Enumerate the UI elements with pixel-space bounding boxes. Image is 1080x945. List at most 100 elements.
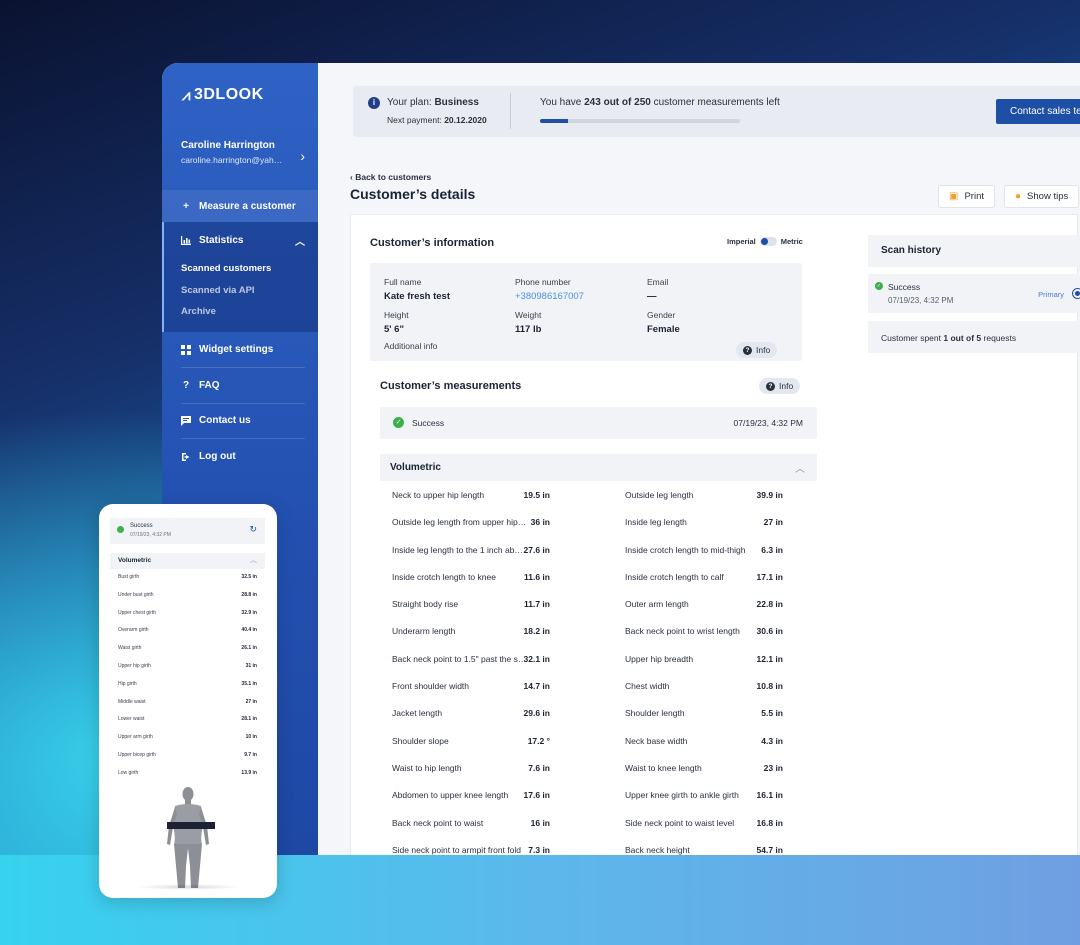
measurement-name: Back neck point to 1.5" past the shoulde…	[392, 653, 527, 664]
measurement-value: 30.6 in	[756, 626, 783, 637]
scan-history-header: Scan history	[868, 235, 1080, 267]
measurements-used: 243 out of 250	[584, 97, 651, 108]
measurement-value: 22.8 in	[756, 599, 783, 610]
mobile-volumetric-title: Volumetric	[118, 557, 152, 564]
measure-customer-button[interactable]: + Measure a customer	[162, 190, 318, 222]
measurement-row: Underarm length 18.2 in	[392, 626, 550, 653]
measurement-row: Straight body rise 11.7 in	[392, 599, 550, 626]
measurements-info-button[interactable]: ? Info	[759, 378, 801, 394]
customer-info-box: Full name Kate fresh test Phone number +…	[370, 263, 802, 361]
scan-history-item[interactable]: ✓ Success 07/19/23, 4:32 PM Primary	[868, 274, 1080, 313]
measurements-suffix: customer measurements left	[653, 97, 780, 108]
mobile-measurement-name: Under bust girth	[118, 591, 154, 598]
mobile-measurement-row: Hip girth 35.1 in	[118, 681, 257, 699]
measurement-value: 11.7 in	[524, 599, 550, 610]
customer-info-title: Customer’s information	[370, 237, 495, 249]
mobile-measurement-row: Under bust girth 28.8 in	[118, 592, 257, 610]
measurement-name: Waist to knee length	[625, 762, 702, 773]
show-tips-label: Show tips	[1027, 191, 1069, 202]
email-value: —	[647, 291, 657, 302]
mobile-status-row[interactable]: Success 07/19/23, 4:32 PM ↻	[110, 518, 265, 544]
measurement-row: Neck to upper hip length 19.5 in	[392, 490, 550, 517]
measurement-row: Upper knee girth to ankle girth 16.1 in	[625, 790, 783, 817]
sidebar-item-scanned-customers[interactable]: Scanned customers	[164, 258, 318, 280]
mobile-measurement-name: Upper arm girth	[118, 734, 153, 741]
grid-icon	[181, 344, 191, 355]
info-label: Info	[756, 345, 771, 355]
measurement-row: Chest width 10.8 in	[625, 681, 783, 708]
divider	[510, 93, 511, 129]
phone-link[interactable]: +380986167007	[515, 291, 584, 302]
mobile-measurement-value: 32.9 in	[241, 609, 257, 616]
scan-history-title: Scan history	[881, 245, 942, 256]
sidebar-item-scanned-via-api[interactable]: Scanned via API	[164, 280, 318, 302]
progress-fill	[540, 119, 568, 123]
measurement-row: Neck base width 4.3 in	[625, 736, 783, 763]
logo-text: 3DLOOK	[193, 86, 264, 103]
measurement-value: 27.6 in	[523, 544, 550, 555]
mobile-measurement-row: Overarm girth 40.4 in	[118, 627, 257, 645]
scan-date: 07/19/23, 4:32 PM	[888, 296, 954, 305]
sidebar-item-faq[interactable]: ? FAQ	[162, 368, 318, 403]
back-to-customers-link[interactable]: ‹ Back to customers	[350, 172, 431, 182]
measurement-row: Outside leg length 39.9 in	[625, 490, 783, 517]
contact-sales-button[interactable]: Contact sales team	[996, 99, 1080, 124]
print-button[interactable]: ▣ Print	[938, 185, 995, 208]
switch-knob	[760, 238, 768, 245]
sidebar-item-widget-settings[interactable]: Widget settings	[162, 332, 318, 367]
measurement-value: 16.8 in	[756, 817, 783, 828]
measurement-row: Back neck point to wrist length 30.6 in	[625, 626, 783, 653]
measurement-name: Neck to upper hip length	[392, 490, 485, 500]
lightbulb-icon: ●	[1015, 191, 1022, 202]
measurement-value: 10.8 in	[756, 681, 783, 692]
measurement-name: Waist to hip length	[392, 762, 462, 773]
measurement-row: Back neck point to waist 16 in	[392, 818, 550, 845]
mobile-measurement-name: Upper hip girth	[118, 662, 151, 669]
measurement-value: 6.3 in	[761, 544, 783, 555]
measurement-value: 39.9 in	[756, 490, 783, 500]
volumetric-section-header[interactable]: Volumetric ︿	[380, 454, 817, 481]
gender-field: Gender Female	[647, 310, 680, 335]
logo[interactable]: ⩘ 3DLOOK	[182, 86, 264, 104]
measurement-status-row[interactable]: ✓ Success 07/19/23, 4:32 PM	[380, 407, 817, 439]
mobile-measurement-value: 13.9 in	[241, 769, 257, 776]
measurement-name: Shoulder length	[625, 708, 685, 719]
measurement-row: Outer arm length 22.8 in	[625, 599, 783, 626]
measurement-name: Inside crotch length to calf	[625, 571, 724, 582]
unit-switch[interactable]	[759, 237, 777, 246]
additional-info-button[interactable]: ? Info	[736, 342, 778, 358]
mobile-measurement-row: Waist girth 26.1 in	[118, 645, 257, 663]
user-profile[interactable]: Caroline Harrington caroline.harrington@…	[181, 140, 305, 165]
measurement-value: 17.2 °	[527, 735, 550, 746]
check-circle-icon	[117, 526, 124, 533]
show-tips-button[interactable]: ● Show tips	[1004, 185, 1080, 208]
sidebar-item-contact[interactable]: Contact us	[162, 403, 318, 438]
measurement-name: Upper knee girth to ankle girth	[625, 790, 739, 801]
measurement-row: Inside crotch length to knee 11.6 in	[392, 572, 550, 599]
info-icon: i	[368, 97, 380, 109]
unit-toggle[interactable]: Imperial Metric	[727, 237, 803, 246]
printer-icon: ▣	[949, 191, 959, 202]
sidebar-item-statistics[interactable]: Statistics ︿	[164, 222, 318, 258]
mobile-measurement-value: 32.5 in	[241, 574, 257, 580]
sidebar-item-archive[interactable]: Archive	[164, 301, 318, 323]
mobile-measurement-name: Lower waist	[118, 716, 145, 723]
refresh-icon[interactable]: ↻	[249, 524, 257, 535]
primary-radio[interactable]	[1072, 288, 1080, 299]
plus-icon: +	[183, 200, 189, 212]
measurement-name: Back neck height	[625, 844, 690, 855]
measurement-value: 54.7 in	[756, 844, 783, 855]
mobile-volumetric-header[interactable]: Volumetric ︿	[110, 553, 265, 569]
logo-mark-icon: ⩘	[182, 86, 191, 104]
measurement-name: Inside crotch length to knee	[392, 571, 496, 582]
mobile-measurement-row: Lower waist 28.1 in	[118, 716, 257, 734]
sidebar-item-logout[interactable]: Log out	[162, 439, 318, 474]
phone-label: Phone number	[515, 277, 571, 287]
status-date: 07/19/23, 4:32 PM	[733, 418, 803, 428]
mobile-measurement-row: Upper bicep girth 9.7 in	[118, 752, 257, 770]
mobile-measurement-value: 27 in	[245, 698, 257, 705]
measurement-value: 7.6 in	[528, 762, 550, 773]
requests-used: 1 out of 5	[943, 333, 982, 343]
measure-customer-label: Measure a customer	[199, 200, 296, 212]
measurement-name: Side neck point to armpit front fold	[392, 844, 521, 855]
